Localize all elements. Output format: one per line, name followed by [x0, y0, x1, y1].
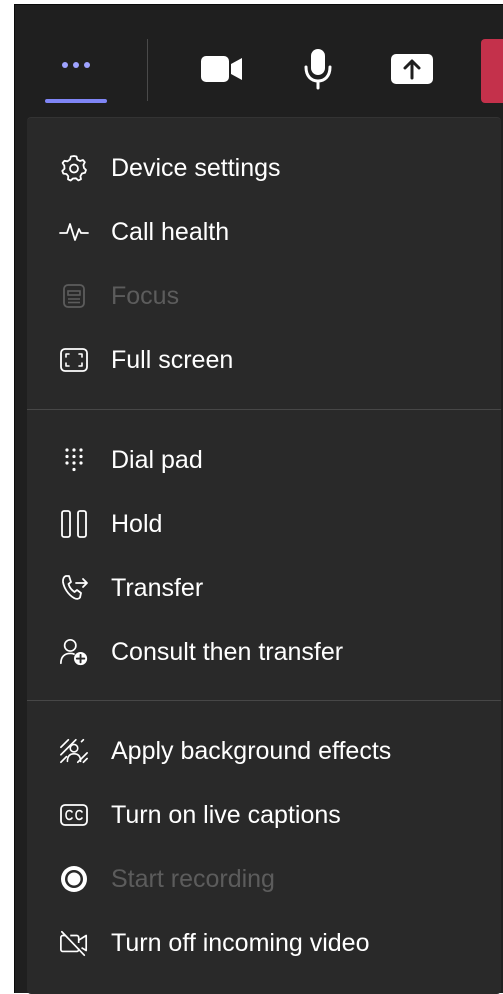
background-effects-icon — [59, 736, 89, 766]
menu-item-label: Apply background effects — [111, 736, 392, 765]
menu-item-label: Dial pad — [111, 445, 203, 474]
closed-captions-icon — [59, 800, 89, 830]
menu-item-label: Device settings — [111, 153, 281, 182]
share-screen-icon — [391, 54, 433, 84]
menu-item-label: Turn on live captions — [111, 800, 341, 829]
menu-item-dial-pad[interactable]: Dial pad — [27, 432, 501, 488]
dial-pad-icon — [59, 445, 89, 475]
consult-transfer-icon — [59, 637, 89, 667]
screenshot-frame: Device settings Call health Focus Full s… — [0, 0, 503, 994]
menu-item-full-screen[interactable]: Full screen — [27, 332, 501, 388]
menu-item-turn-off-incoming-video[interactable]: Turn off incoming video — [27, 915, 501, 971]
menu-item-label: Transfer — [111, 573, 204, 602]
video-off-icon — [59, 928, 89, 958]
pause-icon — [59, 509, 89, 539]
call-toolbar — [15, 5, 503, 113]
menu-item-focus[interactable]: Focus — [27, 268, 501, 324]
transfer-icon — [59, 573, 89, 603]
menu-item-consult-then-transfer[interactable]: Consult then transfer — [27, 624, 501, 680]
menu-item-turn-on-live-captions[interactable]: Turn on live captions — [27, 787, 501, 843]
menu-item-call-health[interactable]: Call health — [27, 204, 501, 260]
menu-item-hold[interactable]: Hold — [27, 496, 501, 552]
call-window: Device settings Call health Focus Full s… — [14, 4, 503, 994]
menu-separator — [27, 700, 501, 701]
menu-item-apply-background-effects[interactable]: Apply background effects — [27, 723, 501, 779]
hang-up-button[interactable] — [481, 39, 503, 103]
menu-item-label: Focus — [111, 281, 180, 310]
microphone-icon — [304, 49, 332, 90]
active-indicator — [45, 99, 107, 103]
record-icon — [59, 864, 89, 894]
menu-item-label: Full screen — [111, 345, 234, 374]
full-screen-icon — [59, 345, 89, 375]
focus-icon — [59, 281, 89, 311]
menu-item-label: Hold — [111, 509, 163, 538]
gear-icon — [59, 153, 89, 183]
more-options-icon — [62, 62, 90, 68]
menu-separator — [27, 409, 501, 410]
pulse-icon — [59, 217, 89, 247]
menu-item-label: Turn off incoming video — [111, 928, 370, 957]
menu-item-device-settings[interactable]: Device settings — [27, 140, 501, 196]
menu-item-transfer[interactable]: Transfer — [27, 560, 501, 616]
menu-item-label: Start recording — [111, 864, 275, 893]
microphone-button[interactable] — [301, 47, 335, 91]
camera-button[interactable] — [199, 47, 245, 91]
share-screen-button[interactable] — [387, 47, 437, 91]
menu-item-label: Call health — [111, 217, 230, 246]
toolbar-divider — [147, 39, 148, 101]
more-options-button[interactable] — [41, 35, 111, 103]
camera-icon — [201, 56, 242, 82]
menu-item-start-recording[interactable]: Start recording — [27, 851, 501, 907]
menu-item-label: Consult then transfer — [111, 637, 344, 666]
more-options-menu: Device settings Call health Focus Full s… — [27, 117, 501, 994]
